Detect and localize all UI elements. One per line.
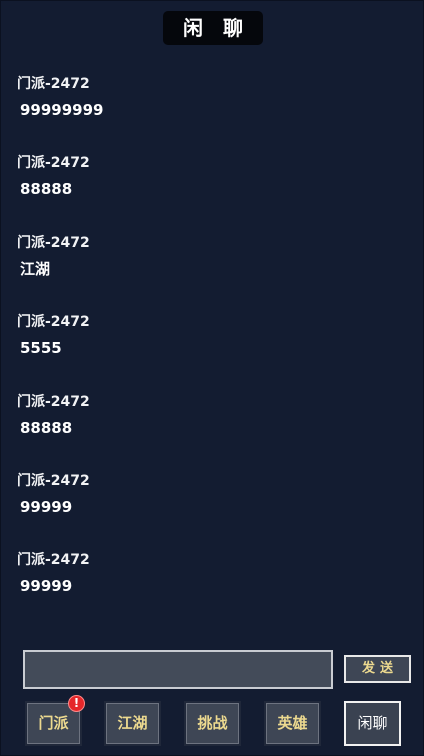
list-item: 门派-2472 5555 [17, 312, 409, 391]
list-item: 门派-2472 88888 [17, 153, 409, 232]
exclamation-badge-icon: ! [68, 695, 85, 712]
chat-screen: 闲聊 门派-2472 99999999 门派-2472 88888 门派-247… [0, 0, 424, 756]
tab-jianghu[interactable]: 江湖 [104, 701, 161, 746]
message-text: 江湖 [20, 259, 51, 278]
message-sender[interactable]: 门派-2472 [17, 471, 409, 491]
tab-challenge[interactable]: 挑战 [184, 701, 241, 746]
list-item: 门派-2472 99999 [17, 550, 409, 629]
page-title: 闲聊 [163, 11, 263, 45]
list-item: 门派-2472 江湖 [17, 233, 409, 312]
message-sender[interactable]: 门派-2472 [17, 74, 409, 94]
message-list[interactable]: 门派-2472 99999999 门派-2472 88888 门派-2472 江… [17, 74, 409, 630]
message-text: 5555 [20, 339, 62, 358]
message-sender[interactable]: 门派-2472 [17, 153, 409, 173]
tab-chat[interactable]: 闲聊 [344, 701, 401, 746]
list-item: 门派-2472 88888 [17, 392, 409, 471]
list-item: 门派-2472 99999 [17, 471, 409, 550]
chat-input[interactable] [23, 650, 333, 689]
message-text: 99999 [20, 577, 73, 596]
message-sender[interactable]: 门派-2472 [17, 312, 409, 332]
message-text: 99999 [20, 497, 73, 516]
send-button[interactable]: 发送 [344, 655, 411, 683]
message-text: 88888 [20, 180, 73, 199]
list-item: 门派-2472 99999999 [17, 74, 409, 153]
message-sender[interactable]: 门派-2472 [17, 392, 409, 412]
message-text: 99999999 [20, 101, 104, 119]
message-text: 88888 [20, 418, 73, 437]
tab-heroes[interactable]: 英雄 [264, 701, 321, 746]
message-sender[interactable]: 门派-2472 [17, 550, 409, 570]
message-sender[interactable]: 门派-2472 [17, 233, 409, 253]
